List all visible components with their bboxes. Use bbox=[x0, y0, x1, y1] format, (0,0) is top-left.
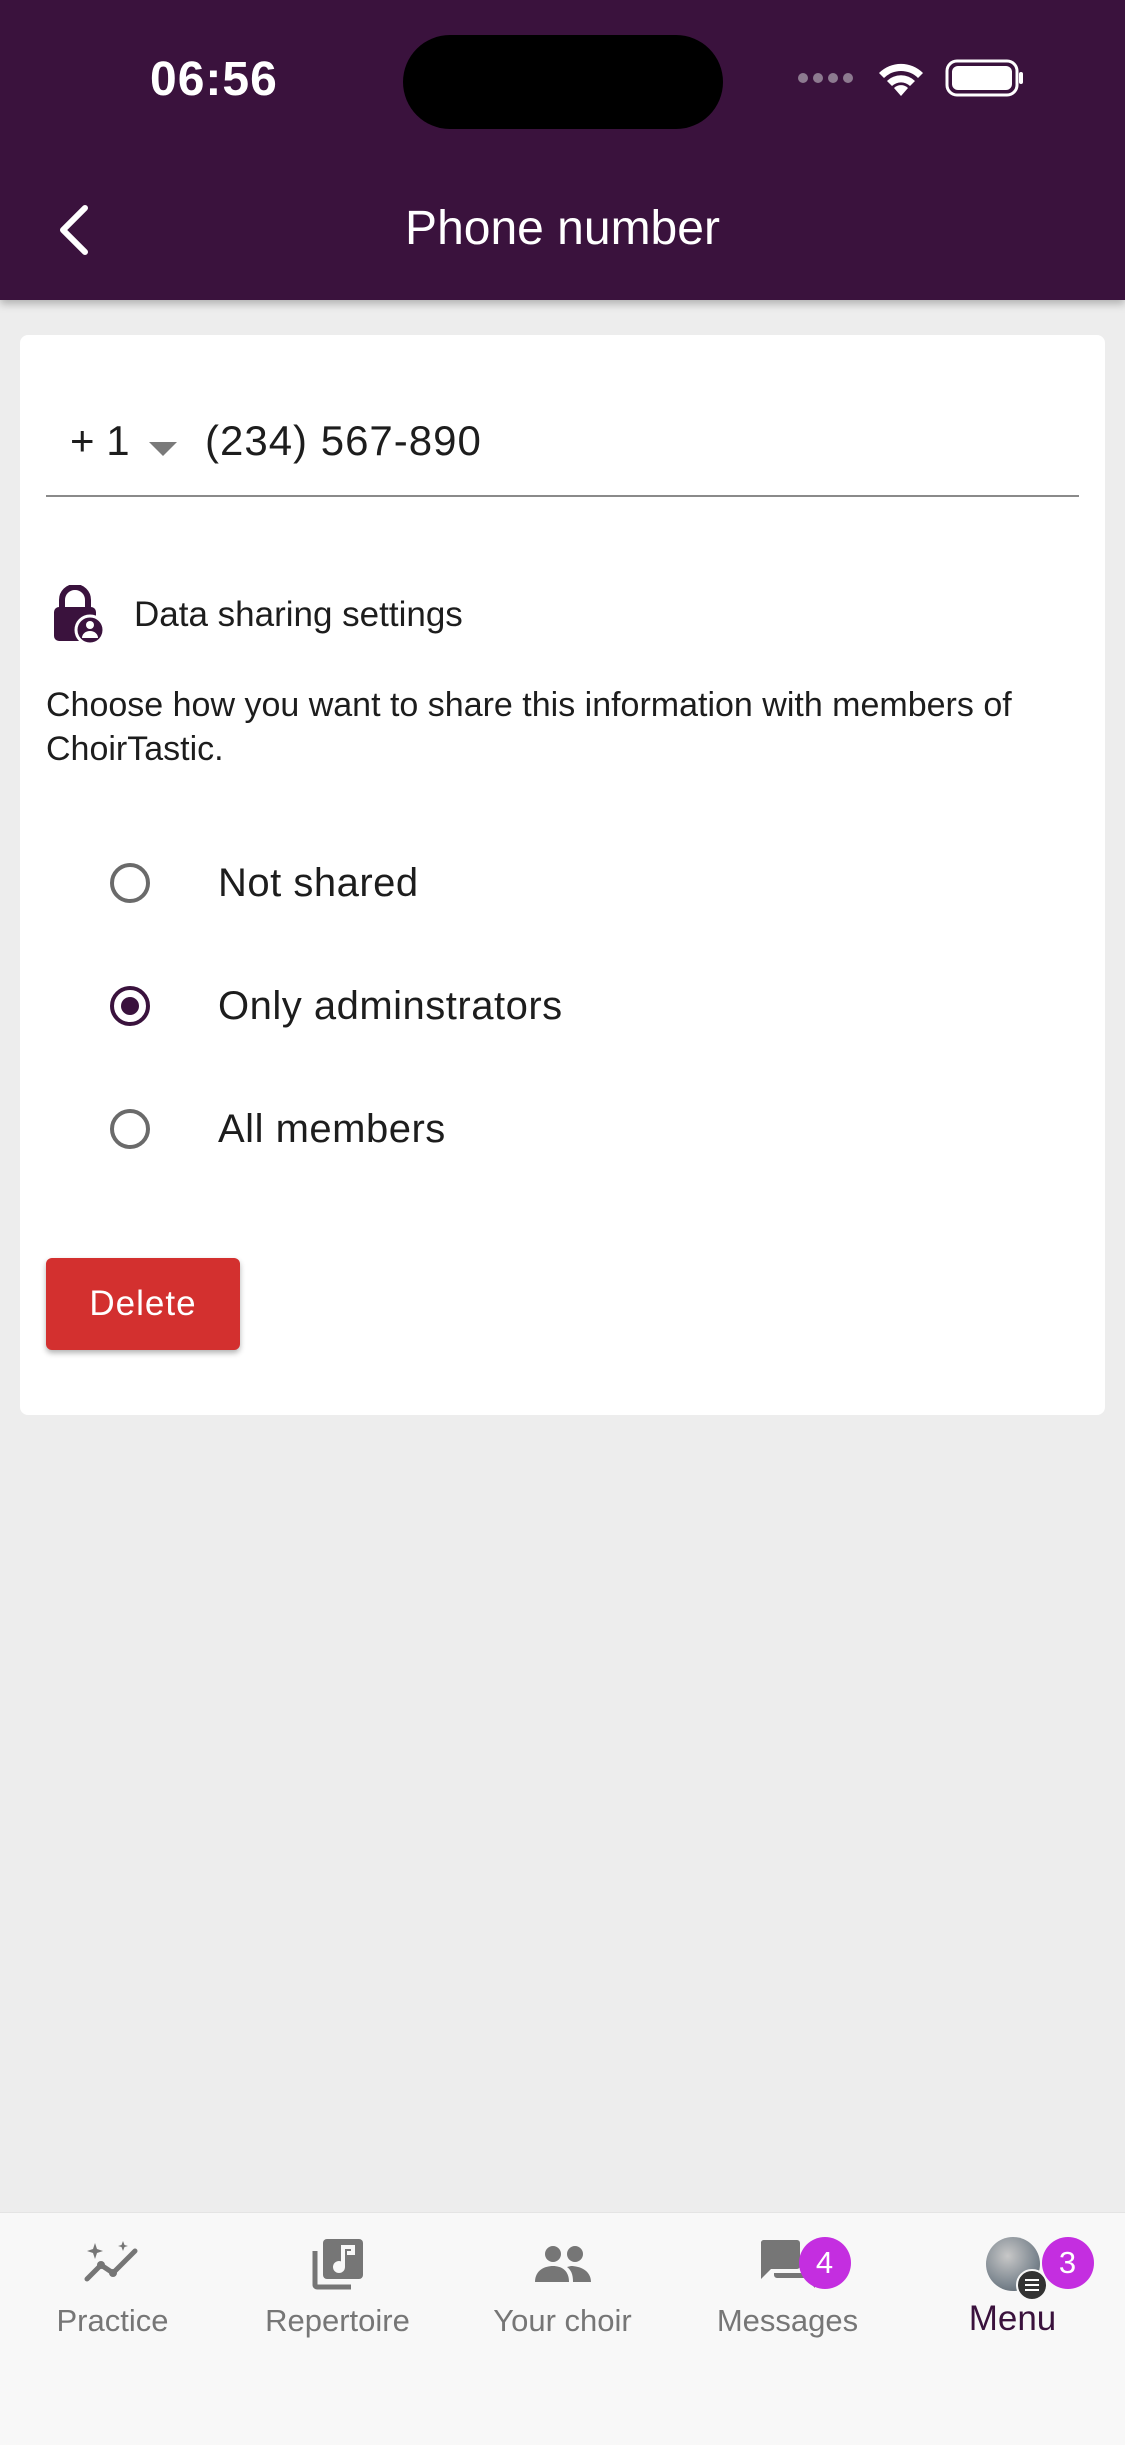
menu-badge: 3 bbox=[1041, 2237, 1094, 2289]
radio-only-administrators[interactable]: Only adminstrators bbox=[110, 966, 563, 1046]
messages-badge: 4 bbox=[798, 2237, 851, 2289]
nav-menu[interactable]: 3 Menu bbox=[900, 2213, 1125, 2363]
app-header: 06:56 Phone number bbox=[0, 0, 1125, 300]
dynamic-island bbox=[403, 35, 723, 129]
data-sharing-heading: Data sharing settings bbox=[50, 585, 463, 645]
radio-button-selected[interactable] bbox=[110, 986, 150, 1026]
country-code-select[interactable]: + 1 bbox=[70, 417, 130, 465]
music-library-icon bbox=[312, 2239, 363, 2290]
nav-icon bbox=[83, 2235, 143, 2293]
nav-icon bbox=[533, 2235, 593, 2293]
radio-button[interactable] bbox=[110, 863, 150, 903]
nav-label: Practice bbox=[56, 2303, 169, 2338]
status-time: 06:56 bbox=[150, 53, 278, 106]
radio-button[interactable] bbox=[110, 1109, 150, 1149]
menu-icon bbox=[1015, 2269, 1048, 2301]
hamburger-icon bbox=[1024, 2279, 1039, 2291]
signal-icon bbox=[798, 73, 853, 83]
nav-icon: 4 bbox=[759, 2235, 851, 2293]
nav-label: Messages bbox=[716, 2303, 859, 2338]
phone-settings-card: + 1 (234) 567-890 Data sharing settings … bbox=[20, 335, 1105, 1415]
practice-sparkle-chart-icon bbox=[84, 2241, 137, 2282]
nav-messages[interactable]: 4 Messages bbox=[675, 2213, 900, 2363]
nav-label: Your choir bbox=[493, 2303, 632, 2338]
radio-not-shared[interactable]: Not shared bbox=[110, 843, 419, 923]
battery-icon bbox=[945, 59, 1023, 97]
bottom-navigation: Practice Repertoire Your choir 4 Message… bbox=[0, 2212, 1125, 2445]
wifi-icon bbox=[879, 63, 923, 96]
nav-label-active: Menu bbox=[968, 2299, 1057, 2338]
avatar bbox=[985, 2237, 1048, 2301]
radio-label: Not shared bbox=[218, 860, 419, 905]
dropdown-caret-icon[interactable] bbox=[149, 442, 177, 456]
lock-person-icon bbox=[54, 585, 106, 645]
nav-icon: 3 bbox=[985, 2235, 1094, 2301]
nav-your-choir[interactable]: Your choir bbox=[450, 2213, 675, 2363]
phone-number-input[interactable]: (234) 567-890 bbox=[205, 417, 482, 465]
radio-label: Only adminstrators bbox=[218, 983, 563, 1028]
delete-button[interactable]: Delete bbox=[46, 1258, 240, 1350]
phone-input-underline bbox=[46, 405, 1079, 497]
nav-icon bbox=[311, 2235, 365, 2293]
radio-label: All members bbox=[218, 1106, 446, 1151]
page-title: Phone number bbox=[405, 202, 720, 255]
radio-all-members[interactable]: All members bbox=[110, 1089, 446, 1169]
status-icons bbox=[797, 58, 1025, 98]
people-icon bbox=[534, 2246, 591, 2282]
nav-label: Repertoire bbox=[265, 2303, 410, 2338]
nav-practice[interactable]: Practice bbox=[0, 2213, 225, 2363]
sharing-description: Choose how you want to share this inform… bbox=[46, 686, 1012, 768]
nav-repertoire[interactable]: Repertoire bbox=[225, 2213, 450, 2363]
data-sharing-label: Data sharing settings bbox=[134, 595, 463, 634]
